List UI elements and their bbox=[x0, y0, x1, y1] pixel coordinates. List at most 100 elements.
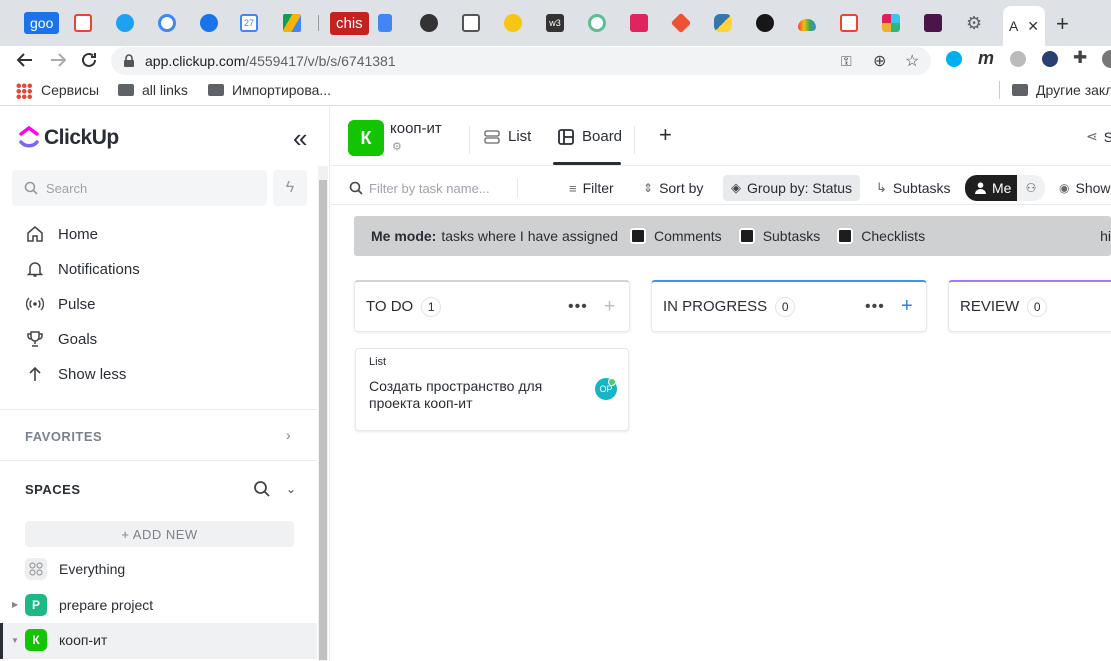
star-icon[interactable]: ☆ bbox=[905, 51, 919, 71]
task-title[interactable]: Создать пространство для проекта кооп-ит bbox=[369, 378, 569, 412]
tab-drive[interactable] bbox=[283, 11, 301, 35]
puzzle-icon[interactable]: ✚ bbox=[1073, 48, 1087, 68]
url-bar[interactable]: app.clickup.com/4559417/v/b/s/6741381 ⚿ … bbox=[111, 47, 931, 75]
view-tab-board[interactable]: Board bbox=[558, 128, 622, 145]
scrollbar-thumb[interactable] bbox=[319, 180, 327, 660]
tab-mail[interactable] bbox=[462, 11, 480, 35]
space-everything[interactable]: Everything bbox=[25, 558, 125, 580]
tab-settings[interactable]: ⚙ bbox=[966, 11, 982, 35]
subtasks-checkbox[interactable]: Subtasks bbox=[738, 228, 820, 244]
nav-home[interactable]: Home bbox=[26, 220, 98, 248]
checklists-checkbox[interactable]: Checklists bbox=[837, 228, 925, 244]
assignees-button[interactable]: ⚇ bbox=[1017, 175, 1045, 201]
browser-tab-strip: goo 27 chis w3 ⚙ A ✕ + bbox=[0, 0, 1111, 46]
clickup-logo[interactable]: ClickUp bbox=[18, 126, 119, 150]
task-list-name[interactable]: List bbox=[369, 356, 386, 368]
settings-small-icon[interactable]: ⚙ bbox=[392, 140, 402, 153]
tab-docs[interactable] bbox=[378, 11, 392, 35]
tab-sun[interactable] bbox=[504, 11, 522, 35]
reload-icon[interactable] bbox=[80, 51, 98, 69]
tab-python[interactable] bbox=[714, 11, 732, 35]
tab-twitter[interactable] bbox=[116, 11, 134, 35]
caret-down-icon[interactable]: ▼ bbox=[11, 636, 19, 645]
hide-banner-link[interactable]: hi bbox=[1100, 228, 1111, 244]
search-spaces-icon[interactable] bbox=[253, 480, 271, 498]
space-koop-it[interactable]: К кооп-ит bbox=[25, 629, 107, 651]
extension-circle-icon[interactable] bbox=[1010, 51, 1026, 67]
tab-m[interactable] bbox=[630, 11, 648, 35]
bookmark-imported[interactable]: Импортирова... bbox=[232, 82, 331, 98]
favorites-heading[interactable]: FAVORITES bbox=[25, 429, 102, 444]
profile-avatar[interactable] bbox=[1102, 50, 1111, 68]
tab-active[interactable]: A ✕ bbox=[1003, 6, 1045, 46]
nav-pulse[interactable]: Pulse bbox=[26, 290, 96, 318]
tab-gmail-2[interactable] bbox=[840, 11, 858, 35]
add-task-icon[interactable]: + bbox=[901, 295, 913, 318]
sidebar-search[interactable]: Search bbox=[12, 170, 267, 206]
show-button[interactable]: ◉ Show bbox=[1059, 175, 1111, 201]
nav-notifications[interactable]: Notifications bbox=[26, 255, 140, 283]
space-prepare-project[interactable]: P prepare project bbox=[25, 594, 153, 616]
tab-github-octo[interactable] bbox=[420, 11, 438, 35]
subtasks-button[interactable]: ↳ Subtasks bbox=[876, 175, 951, 201]
add-new-space-button[interactable]: + ADD NEW bbox=[25, 521, 294, 547]
tab-slack[interactable] bbox=[882, 11, 900, 35]
group-by-button[interactable]: ◈ Group by: Status bbox=[723, 175, 861, 201]
chevron-down-icon[interactable]: ⌄ bbox=[286, 482, 296, 496]
task-card[interactable]: List Создать пространство для проекта ко… bbox=[355, 348, 629, 431]
m-extension-icon[interactable]: m bbox=[978, 48, 994, 69]
tab-google[interactable]: goo bbox=[24, 11, 60, 35]
tab-ring[interactable] bbox=[588, 11, 606, 35]
add-view-button[interactable]: + bbox=[659, 122, 672, 148]
bookmark-all-links[interactable]: all links bbox=[142, 82, 188, 98]
space-title[interactable]: кооп-ит bbox=[390, 120, 442, 137]
tab-github[interactable] bbox=[756, 11, 774, 35]
column-review[interactable]: REVIEW 0 bbox=[948, 280, 1111, 332]
task-filter-input[interactable]: Filter by task name... bbox=[349, 175, 490, 201]
tab-label: chis bbox=[330, 11, 369, 35]
close-icon[interactable]: ✕ bbox=[1027, 18, 1039, 35]
column-in-progress[interactable]: IN PROGRESS 0 ••• + bbox=[651, 280, 927, 332]
lightning-icon[interactable]: ϟ bbox=[273, 170, 307, 206]
tab-w3schools[interactable]: w3 bbox=[546, 11, 564, 35]
column-todo[interactable]: TO DO 1 ••• + bbox=[354, 280, 630, 332]
tab-chis[interactable]: chis bbox=[330, 11, 369, 35]
tab-google-search[interactable] bbox=[158, 11, 176, 35]
chevron-right-icon[interactable]: › bbox=[286, 427, 291, 443]
comments-checkbox[interactable]: Comments bbox=[630, 228, 722, 244]
more-icon[interactable]: ••• bbox=[865, 298, 885, 316]
sort-button[interactable]: ⇕ Sort by bbox=[643, 175, 703, 201]
git-icon bbox=[670, 12, 692, 34]
fedora-icon[interactable] bbox=[1042, 51, 1058, 67]
nav-show-less[interactable]: Show less bbox=[26, 360, 126, 388]
me-mode-button[interactable]: Me bbox=[965, 175, 1020, 201]
bookmark-apps[interactable]: Сервисы bbox=[41, 82, 99, 98]
sidebar-scrollbar[interactable] bbox=[318, 166, 328, 661]
forward-arrow-icon[interactable] bbox=[49, 51, 67, 69]
more-icon[interactable]: ••• bbox=[568, 298, 588, 316]
nav-goals[interactable]: Goals bbox=[26, 325, 97, 353]
skype-icon[interactable] bbox=[946, 51, 962, 67]
share-button[interactable]: ⋖ S bbox=[1086, 128, 1111, 145]
add-circle-icon[interactable]: ⊕ bbox=[873, 51, 886, 71]
tab-calendar[interactable]: 27 bbox=[240, 11, 258, 35]
collapse-sidebar-icon[interactable]: « bbox=[293, 123, 307, 154]
tab-slack-2[interactable] bbox=[924, 11, 942, 35]
back-arrow-icon[interactable] bbox=[16, 51, 34, 69]
view-tab-list[interactable]: List bbox=[484, 128, 531, 145]
caret-right-icon[interactable]: ▶ bbox=[12, 600, 18, 609]
w3schools-icon: w3 bbox=[546, 14, 564, 32]
bookmark-other[interactable]: Другие закладки bbox=[1036, 82, 1111, 98]
tab-gcloud[interactable] bbox=[798, 11, 816, 35]
add-task-icon[interactable]: + bbox=[604, 296, 615, 318]
tab-gmail[interactable] bbox=[74, 11, 92, 35]
tab-account[interactable] bbox=[200, 11, 218, 35]
space-avatar-large[interactable]: К bbox=[348, 120, 384, 156]
spaces-heading: SPACES bbox=[25, 482, 81, 497]
column-count: 1 bbox=[421, 296, 442, 317]
tab-git[interactable] bbox=[670, 11, 692, 35]
key-icon[interactable]: ⚿ bbox=[841, 53, 852, 70]
url-path: /4559417/v/b/s/6741381 bbox=[245, 53, 396, 69]
filter-button[interactable]: ≡ Filter bbox=[569, 175, 614, 201]
new-tab-button[interactable]: + bbox=[1056, 11, 1069, 37]
